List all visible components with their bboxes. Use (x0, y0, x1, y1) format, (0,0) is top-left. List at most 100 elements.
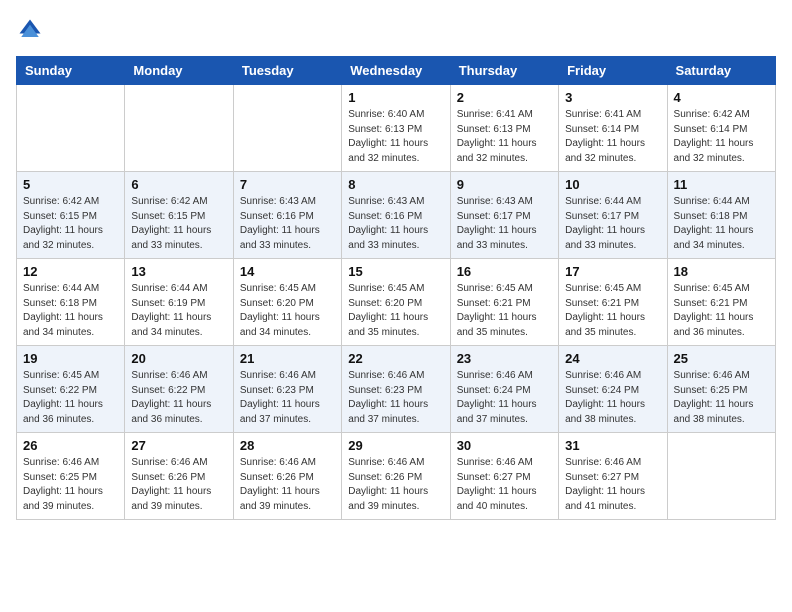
weekday-header-sunday: Sunday (17, 57, 125, 85)
calendar-cell: 23 Sunrise: 6:46 AM Sunset: 6:24 PM Dayli… (450, 346, 558, 433)
calendar-cell: 1 Sunrise: 6:40 AM Sunset: 6:13 PM Daylig… (342, 85, 450, 172)
calendar-cell: 29 Sunrise: 6:46 AM Sunset: 6:26 PM Dayli… (342, 433, 450, 520)
calendar-cell: 4 Sunrise: 6:42 AM Sunset: 6:14 PM Daylig… (667, 85, 775, 172)
day-info: Sunrise: 6:46 AM Sunset: 6:22 PM Dayligh… (131, 369, 226, 427)
day-info: Sunrise: 6:44 AM Sunset: 6:19 PM Dayligh… (131, 282, 226, 340)
calendar-cell: 18 Sunrise: 6:45 AM Sunset: 6:21 PM Dayli… (667, 259, 775, 346)
weekday-header-friday: Friday (559, 57, 667, 85)
calendar-week-row: 12 Sunrise: 6:44 AM Sunset: 6:18 PM Dayli… (17, 259, 776, 346)
day-info: Sunrise: 6:46 AM Sunset: 6:27 PM Dayligh… (457, 456, 552, 514)
day-info: Sunrise: 6:44 AM Sunset: 6:17 PM Dayligh… (565, 195, 660, 253)
calendar-cell: 7 Sunrise: 6:43 AM Sunset: 6:16 PM Daylig… (233, 172, 341, 259)
weekday-header-wednesday: Wednesday (342, 57, 450, 85)
calendar-cell: 5Sunrise: 6:42 AM Sunset: 6:15 PM Daylig… (17, 172, 125, 259)
day-number: 4 (674, 90, 769, 105)
day-number: 20 (131, 351, 226, 366)
day-number: 16 (457, 264, 552, 279)
day-info: Sunrise: 6:40 AM Sunset: 6:13 PM Dayligh… (348, 108, 443, 166)
calendar-cell: 15Sunrise: 6:45 AM Sunset: 6:20 PM Dayli… (342, 259, 450, 346)
day-number: 18 (674, 264, 769, 279)
calendar-table: SundayMondayTuesdayWednesdayThursdayFrid… (16, 56, 776, 520)
weekday-header-tuesday: Tuesday (233, 57, 341, 85)
calendar-cell: 10 Sunrise: 6:44 AM Sunset: 6:17 PM Dayli… (559, 172, 667, 259)
day-number: 28 (240, 438, 335, 453)
day-number: 26 (23, 438, 118, 453)
calendar-cell: 14 Sunrise: 6:45 AM Sunset: 6:20 PM Dayli… (233, 259, 341, 346)
calendar-cell: 22Sunrise: 6:46 AM Sunset: 6:23 PM Dayli… (342, 346, 450, 433)
day-info: Sunrise: 6:46 AM Sunset: 6:26 PM Dayligh… (348, 456, 443, 514)
calendar-cell: 28Sunrise: 6:46 AM Sunset: 6:26 PM Dayli… (233, 433, 341, 520)
day-info: Sunrise: 6:46 AM Sunset: 6:24 PM Dayligh… (457, 369, 552, 427)
day-info: Sunrise: 6:41 AM Sunset: 6:13 PM Dayligh… (457, 108, 552, 166)
calendar-week-row: 5Sunrise: 6:42 AM Sunset: 6:15 PM Daylig… (17, 172, 776, 259)
day-info: Sunrise: 6:45 AM Sunset: 6:22 PM Dayligh… (23, 369, 118, 427)
calendar-cell: 9Sunrise: 6:43 AM Sunset: 6:17 PM Daylig… (450, 172, 558, 259)
weekday-header-monday: Monday (125, 57, 233, 85)
day-info: Sunrise: 6:46 AM Sunset: 6:25 PM Dayligh… (674, 369, 769, 427)
calendar-header-row: SundayMondayTuesdayWednesdayThursdayFrid… (17, 57, 776, 85)
day-number: 1 (348, 90, 443, 105)
day-info: Sunrise: 6:45 AM Sunset: 6:21 PM Dayligh… (457, 282, 552, 340)
calendar-cell: 17 Sunrise: 6:45 AM Sunset: 6:21 PM Dayli… (559, 259, 667, 346)
logo-icon (16, 16, 44, 44)
calendar-cell (125, 85, 233, 172)
day-info: Sunrise: 6:45 AM Sunset: 6:21 PM Dayligh… (674, 282, 769, 340)
day-info: Sunrise: 6:44 AM Sunset: 6:18 PM Dayligh… (674, 195, 769, 253)
logo (16, 16, 48, 44)
day-number: 30 (457, 438, 552, 453)
day-info: Sunrise: 6:43 AM Sunset: 6:16 PM Dayligh… (240, 195, 335, 253)
day-info: Sunrise: 6:44 AM Sunset: 6:18 PM Dayligh… (23, 282, 118, 340)
day-info: Sunrise: 6:42 AM Sunset: 6:14 PM Dayligh… (674, 108, 769, 166)
day-info: Sunrise: 6:43 AM Sunset: 6:17 PM Dayligh… (457, 195, 552, 253)
calendar-cell: 31Sunrise: 6:46 AM Sunset: 6:27 PM Dayli… (559, 433, 667, 520)
day-number: 7 (240, 177, 335, 192)
page-header (16, 16, 776, 44)
day-info: Sunrise: 6:45 AM Sunset: 6:20 PM Dayligh… (240, 282, 335, 340)
calendar-cell: 25 Sunrise: 6:46 AM Sunset: 6:25 PM Dayli… (667, 346, 775, 433)
day-info: Sunrise: 6:46 AM Sunset: 6:25 PM Dayligh… (23, 456, 118, 514)
calendar-cell: 3 Sunrise: 6:41 AM Sunset: 6:14 PM Daylig… (559, 85, 667, 172)
calendar-cell: 11 Sunrise: 6:44 AM Sunset: 6:18 PM Dayli… (667, 172, 775, 259)
calendar-cell (667, 433, 775, 520)
calendar-cell: 30 Sunrise: 6:46 AM Sunset: 6:27 PM Dayli… (450, 433, 558, 520)
day-number: 6 (131, 177, 226, 192)
calendar-cell: 16 Sunrise: 6:45 AM Sunset: 6:21 PM Dayli… (450, 259, 558, 346)
day-info: Sunrise: 6:41 AM Sunset: 6:14 PM Dayligh… (565, 108, 660, 166)
calendar-cell: 27 Sunrise: 6:46 AM Sunset: 6:26 PM Dayli… (125, 433, 233, 520)
day-number: 31 (565, 438, 660, 453)
day-info: Sunrise: 6:46 AM Sunset: 6:23 PM Dayligh… (240, 369, 335, 427)
day-number: 29 (348, 438, 443, 453)
day-number: 14 (240, 264, 335, 279)
day-number: 11 (674, 177, 769, 192)
day-number: 15 (348, 264, 443, 279)
calendar-cell: 12 Sunrise: 6:44 AM Sunset: 6:18 PM Dayli… (17, 259, 125, 346)
weekday-header-saturday: Saturday (667, 57, 775, 85)
day-number: 24 (565, 351, 660, 366)
day-number: 23 (457, 351, 552, 366)
day-number: 13 (131, 264, 226, 279)
calendar-cell: 19 Sunrise: 6:45 AM Sunset: 6:22 PM Dayli… (17, 346, 125, 433)
calendar-cell: 6Sunrise: 6:42 AM Sunset: 6:15 PM Daylig… (125, 172, 233, 259)
day-info: Sunrise: 6:46 AM Sunset: 6:24 PM Dayligh… (565, 369, 660, 427)
day-info: Sunrise: 6:46 AM Sunset: 6:26 PM Dayligh… (131, 456, 226, 514)
day-number: 17 (565, 264, 660, 279)
day-number: 25 (674, 351, 769, 366)
day-number: 10 (565, 177, 660, 192)
day-number: 2 (457, 90, 552, 105)
day-number: 21 (240, 351, 335, 366)
calendar-cell: 2 Sunrise: 6:41 AM Sunset: 6:13 PM Daylig… (450, 85, 558, 172)
calendar-cell: 20 Sunrise: 6:46 AM Sunset: 6:22 PM Dayli… (125, 346, 233, 433)
day-info: Sunrise: 6:45 AM Sunset: 6:21 PM Dayligh… (565, 282, 660, 340)
calendar-week-row: 26 Sunrise: 6:46 AM Sunset: 6:25 PM Dayli… (17, 433, 776, 520)
day-number: 12 (23, 264, 118, 279)
day-info: Sunrise: 6:42 AM Sunset: 6:15 PM Dayligh… (23, 195, 118, 253)
calendar-week-row: 19 Sunrise: 6:45 AM Sunset: 6:22 PM Dayli… (17, 346, 776, 433)
calendar-cell: 26 Sunrise: 6:46 AM Sunset: 6:25 PM Dayli… (17, 433, 125, 520)
day-info: Sunrise: 6:43 AM Sunset: 6:16 PM Dayligh… (348, 195, 443, 253)
day-number: 27 (131, 438, 226, 453)
calendar-week-row: 1 Sunrise: 6:40 AM Sunset: 6:13 PM Daylig… (17, 85, 776, 172)
day-number: 3 (565, 90, 660, 105)
day-number: 19 (23, 351, 118, 366)
day-number: 22 (348, 351, 443, 366)
calendar-cell: 24 Sunrise: 6:46 AM Sunset: 6:24 PM Dayli… (559, 346, 667, 433)
